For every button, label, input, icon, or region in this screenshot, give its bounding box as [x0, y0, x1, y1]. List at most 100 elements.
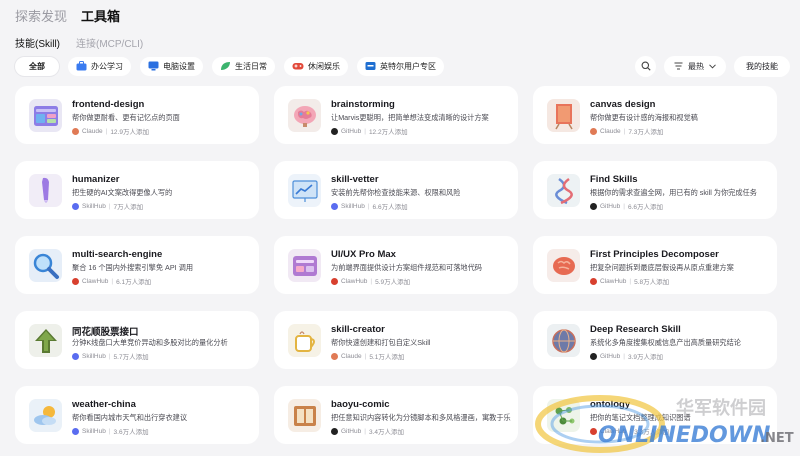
subtab-mcp[interactable]: 连接(MCP/CLI)	[76, 35, 143, 50]
source-logo-icon	[72, 127, 79, 135]
subtab-skill[interactable]: 技能(Skill)	[15, 35, 60, 50]
meta-divider: |	[364, 352, 367, 360]
skill-card[interactable]: Find Skills 根据你的需求查遍全网，用已有的 skill 为你完成任务 G…	[533, 161, 777, 219]
source-logo-icon	[590, 127, 597, 135]
filter-label: 生活日常	[235, 61, 267, 71]
skill-title: multi-search-engine	[72, 249, 163, 260]
skill-card[interactable]: skill-creator 帮你快速创建和打包自定义Skill Claude | 5.1…	[274, 311, 518, 369]
skill-card[interactable]: ontology 把你的笔记文档整理成知识图谱 ClawHub | 3.3万人添加	[533, 386, 777, 444]
meta-divider: |	[623, 352, 625, 360]
skill-source: ClawHub	[600, 427, 627, 435]
filter-office[interactable]: 办公学习	[68, 56, 131, 76]
skill-card[interactable]: 同花顺股票接口 分钟K线盘口大单竞价异动和多股对比的量化分析 SkillHub | 5.…	[15, 311, 259, 369]
skill-title: First Principles Decomposer	[590, 249, 719, 260]
meta-divider: |	[108, 427, 111, 435]
my-skills-button[interactable]: 我的技能	[734, 55, 790, 77]
skill-card[interactable]: skill-vetter 安装前先帮你检查技能来源、权限和风险 SkillHub | 6…	[274, 161, 518, 219]
weather-icon	[29, 399, 62, 432]
skill-description: 系统化多角度搜集权威信息产出高质量研究结论	[590, 338, 741, 347]
layout-icon	[29, 99, 62, 132]
intel-icon	[365, 62, 376, 70]
skill-card[interactable]: UI/UX Pro Max 为前端界面提供设计方案组件规范和可落地代码 ClawHu…	[274, 236, 518, 294]
source-logo-icon	[72, 352, 79, 360]
chart-board-icon	[288, 174, 321, 207]
source-logo-icon	[72, 202, 79, 210]
search-button[interactable]	[635, 55, 656, 77]
skill-title: baoyu-comic	[331, 399, 390, 410]
arrow-up-icon	[29, 324, 62, 357]
globe-icon	[547, 324, 580, 357]
skill-description: 让Marvis更聪明，把简单想法变成清晰的设计方案	[331, 113, 489, 122]
source-logo-icon	[331, 277, 338, 285]
skill-title: skill-vetter	[331, 174, 379, 185]
skill-title: humanizer	[72, 174, 120, 185]
source-logo-icon	[331, 352, 338, 360]
skill-source: SkillHub	[82, 202, 106, 210]
my-skills-label: 我的技能	[746, 61, 778, 71]
sort-dropdown[interactable]: 最热	[664, 55, 726, 77]
skill-source: ClawHub	[341, 277, 368, 285]
skill-source: GitHub	[341, 127, 362, 135]
skill-title: brainstorming	[331, 99, 395, 110]
skill-meta: ClawHub | 5.8万人添加	[590, 276, 669, 286]
tab-toolbox[interactable]: 工具箱	[81, 6, 120, 25]
filter-pc-settings[interactable]: 电脑设置	[140, 56, 203, 76]
skill-title: skill-creator	[331, 324, 385, 335]
filter-label: 休闲娱乐	[308, 61, 340, 71]
skill-card[interactable]: frontend-design 帮你做更耐看、更有记忆点的页面 Claude | 12.…	[15, 86, 259, 144]
gamepad-icon	[292, 63, 304, 70]
source-logo-icon	[590, 427, 597, 435]
skill-description: 为前端界面提供设计方案组件规范和可落地代码	[331, 263, 482, 272]
skill-card[interactable]: multi-search-engine 聚合 16 个国内外搜索引擎免 API 调…	[15, 236, 259, 294]
briefcase-icon	[76, 61, 87, 71]
skill-description: 分钟K线盘口大单竞价异动和多股对比的量化分析	[72, 338, 228, 347]
skill-description: 聚合 16 个国内外搜索引擎免 API 调用	[72, 263, 194, 272]
dna-icon	[547, 174, 580, 207]
skill-description: 帮你看国内城市天气和出行穿衣建议	[72, 413, 188, 422]
meta-divider: |	[364, 427, 366, 435]
meta-divider: |	[629, 277, 632, 285]
skill-card[interactable]: humanizer 把生硬的AI文案改得更像人写的 SkillHub | 7万人添加	[15, 161, 259, 219]
skill-card[interactable]: baoyu-comic 把任意知识内容转化为分镜脚本和多风格漫画，寓教于乐 GitH…	[274, 386, 518, 444]
skill-source: ClawHub	[600, 277, 627, 285]
filter-daily-life[interactable]: 生活日常	[212, 56, 275, 76]
filter-intel[interactable]: 英特尔用户专区	[357, 56, 444, 76]
filter-leisure[interactable]: 休闲娱乐	[284, 56, 348, 76]
tab-explore[interactable]: 探索发现	[15, 6, 67, 25]
skill-card[interactable]: canvas design 帮你做更有设计感的海报和视觉稿 Claude | 7.3万人…	[533, 86, 777, 144]
skill-card[interactable]: First Principles Decomposer 把复杂问题拆到最底层假设再…	[533, 236, 777, 294]
source-logo-icon	[331, 202, 338, 210]
skill-source: SkillHub	[82, 427, 106, 435]
skill-meta: Claude | 7.3万人添加	[590, 126, 663, 136]
source-logo-icon	[72, 427, 79, 435]
skill-source: GitHub	[600, 202, 621, 210]
skill-source: SkillHub	[82, 352, 106, 360]
skill-meta: SkillHub | 3.6万人添加	[72, 426, 149, 436]
skill-card[interactable]: weather-china 帮你看国内城市天气和出行穿衣建议 SkillHub | 3.…	[15, 386, 259, 444]
skill-title: weather-china	[72, 399, 136, 410]
meta-divider: |	[623, 202, 625, 210]
skill-meta: ClawHub | 3.3万人添加	[590, 426, 669, 436]
meta-divider: |	[108, 202, 111, 210]
search-icon	[641, 61, 651, 71]
skill-description: 把任意知识内容转化为分镜脚本和多风格漫画，寓教于乐	[331, 413, 511, 422]
skill-meta: ClawHub | 6.1万人添加	[72, 276, 151, 286]
meta-divider: |	[629, 427, 632, 435]
skill-card[interactable]: brainstorming 让Marvis更聪明，把简单想法变成清晰的设计方案 Gi…	[274, 86, 518, 144]
skill-source: Claude	[341, 352, 362, 360]
skill-title: frontend-design	[72, 99, 145, 110]
comic-icon	[288, 399, 321, 432]
skill-source: Claude	[82, 127, 103, 135]
skill-meta: SkillHub | 5.7万人添加	[72, 351, 149, 361]
meta-divider: |	[111, 277, 114, 285]
skill-install-count: 5.8万人添加	[634, 279, 670, 286]
skill-install-count: 6.1万人添加	[116, 279, 152, 286]
skill-install-count: 5.9万人添加	[375, 279, 411, 286]
source-logo-icon	[590, 202, 597, 210]
filter-all[interactable]: 全部	[15, 56, 59, 76]
skill-install-count: 7万人添加	[113, 204, 144, 211]
skill-card[interactable]: Deep Research Skill 系统化多角度搜集权威信息产出高质量研究结论…	[533, 311, 777, 369]
skill-meta: GitHub | 6.6万人添加	[590, 201, 663, 211]
skill-meta: GitHub | 3.9万人添加	[590, 351, 663, 361]
source-logo-icon	[590, 352, 597, 360]
